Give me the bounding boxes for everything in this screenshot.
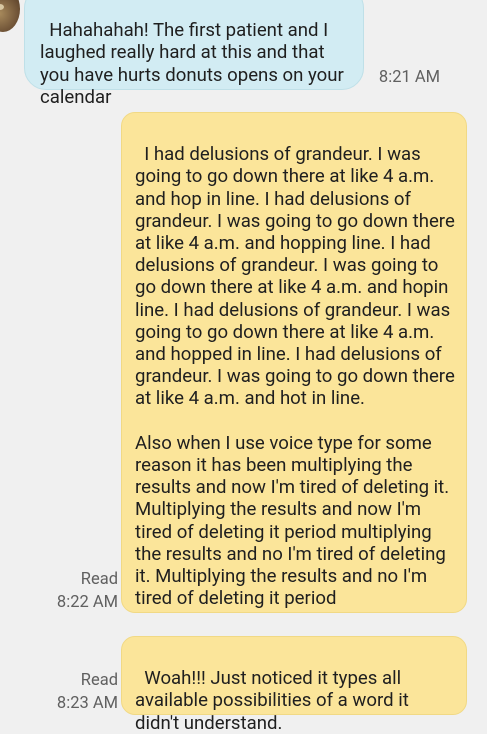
- outgoing-message-meta: Read 8:22 AM: [48, 568, 118, 614]
- contact-avatar[interactable]: [0, 0, 20, 32]
- outgoing-message-meta: Read 8:23 AM: [48, 669, 118, 715]
- avatar-detail: [0, 4, 4, 10]
- message-timestamp: 8:22 AM: [56, 593, 118, 612]
- incoming-message-timestamp: 8:21 AM: [378, 68, 440, 87]
- message-timestamp: 8:23 AM: [56, 694, 118, 713]
- read-status: Read: [80, 570, 118, 589]
- outgoing-message-bubble[interactable]: I had delusions of grandeur. I was going…: [121, 112, 467, 613]
- read-status: Read: [80, 671, 118, 690]
- incoming-message-text: Hahahahah! The first patient and I laugh…: [40, 19, 349, 108]
- outgoing-message-bubble[interactable]: Woah!!! Just noticed it types all availa…: [121, 636, 467, 734]
- outgoing-message-text: Woah!!! Just noticed it types all availa…: [135, 667, 414, 734]
- outgoing-message-text: I had delusions of grandeur. I was going…: [135, 143, 455, 610]
- incoming-message-bubble[interactable]: Hahahahah! The first patient and I laugh…: [24, 0, 364, 108]
